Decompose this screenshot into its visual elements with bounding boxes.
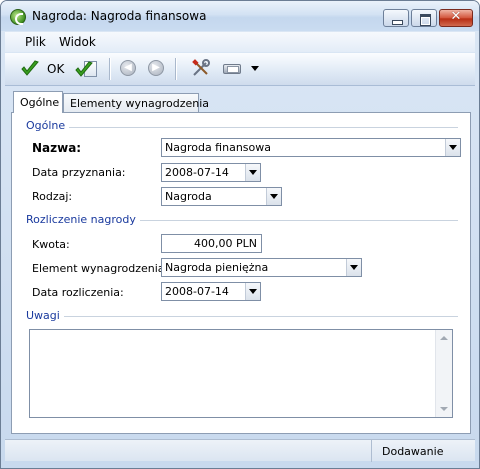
amount-label: Kwota: [32, 238, 70, 251]
status-bar: Dodawanie [5, 439, 475, 462]
type-value: Nagroda [165, 190, 212, 203]
tab-elementy-wynagrodzenia[interactable]: Elementy wynagrodzenia [63, 93, 209, 113]
notes-scrollbar[interactable] [435, 330, 452, 417]
menu-widok[interactable]: Widok [59, 35, 96, 49]
chevron-down-icon[interactable] [346, 259, 361, 276]
settlement-date-label: Data rozliczenia: [32, 286, 124, 299]
date-granted-field[interactable]: 2008-07-14 [161, 163, 261, 182]
ok-button[interactable]: OK [19, 58, 69, 80]
chevron-down-icon[interactable] [266, 188, 281, 205]
ok-new-button[interactable] [75, 58, 99, 80]
notes-textarea[interactable] [29, 329, 453, 418]
settlement-date-value: 2008-07-14 [165, 285, 229, 298]
ok-check-icon [21, 60, 39, 76]
chevron-down-icon[interactable] [445, 139, 460, 156]
app-icon [10, 9, 26, 25]
close-button[interactable]: ✕ [439, 9, 473, 27]
tools-icon [192, 59, 210, 76]
close-icon: ✕ [450, 9, 462, 24]
menu-plik[interactable]: Plik [25, 35, 46, 49]
date-granted-label: Data przyznania: [32, 166, 126, 179]
amount-field[interactable]: 400,00 PLN [161, 234, 262, 253]
back-arrow-icon[interactable]: ◀ [120, 60, 136, 76]
chevron-down-icon[interactable] [245, 283, 260, 300]
tab-ogolne[interactable]: Ogólne [13, 91, 63, 113]
element-value: Nagroda pieniężna [165, 261, 269, 274]
minimize-button[interactable] [383, 9, 409, 27]
toolbar: OK ◀ ▶ [5, 53, 475, 86]
print-icon [223, 64, 241, 74]
toolbar-separator [175, 58, 176, 80]
maximize-button[interactable] [411, 9, 437, 27]
type-combobox[interactable]: Nagroda [161, 187, 282, 206]
section-title-notes: Uwagi [26, 309, 64, 322]
print-dropdown-icon[interactable] [251, 66, 259, 71]
name-combobox[interactable]: Nagroda finansowa [161, 138, 461, 157]
ok-label: OK [47, 62, 65, 76]
forward-arrow-icon[interactable]: ▶ [148, 60, 164, 76]
type-label: Rodzaj: [32, 190, 73, 203]
settlement-date-field[interactable]: 2008-07-14 [161, 282, 261, 301]
toolbar-separator [109, 58, 110, 80]
name-label: Nazwa: [32, 141, 82, 155]
print-button[interactable] [223, 58, 259, 80]
tools-button[interactable] [191, 58, 211, 80]
scroll-up-icon[interactable] [440, 336, 448, 340]
tab-panel-ogolne: Ogólne Nazwa: Nagroda finansowa Data prz… [11, 112, 471, 434]
tab-strip: Ogólne Elementy wynagrodzenia [11, 91, 471, 113]
section-title-settlement: Rozliczenie nagrody [26, 213, 140, 226]
amount-value: 400,00 PLN [194, 237, 257, 250]
scroll-down-icon[interactable] [440, 407, 448, 411]
section-divider [26, 127, 458, 128]
date-granted-value: 2008-07-14 [165, 166, 229, 179]
status-mode-cell: Dodawanie [371, 440, 475, 462]
section-divider [26, 316, 458, 317]
name-value: Nagroda finansowa [165, 141, 271, 154]
section-title-general: Ogólne [26, 119, 70, 132]
window-title: Nagroda: Nagroda finansowa [32, 9, 207, 23]
element-label: Element wynagrodzenia: [32, 262, 169, 275]
status-mode: Dodawanie [382, 445, 444, 458]
element-combobox[interactable]: Nagroda pieniężna [161, 258, 362, 277]
title-bar[interactable]: Nagroda: Nagroda finansowa ✕ [1, 1, 479, 31]
ok-new-icon [75, 61, 93, 77]
dialog-window: Nagroda: Nagroda finansowa ✕ Plik Widok … [0, 0, 480, 469]
chevron-down-icon[interactable] [245, 164, 260, 181]
menu-bar: Plik Widok [5, 32, 475, 52]
